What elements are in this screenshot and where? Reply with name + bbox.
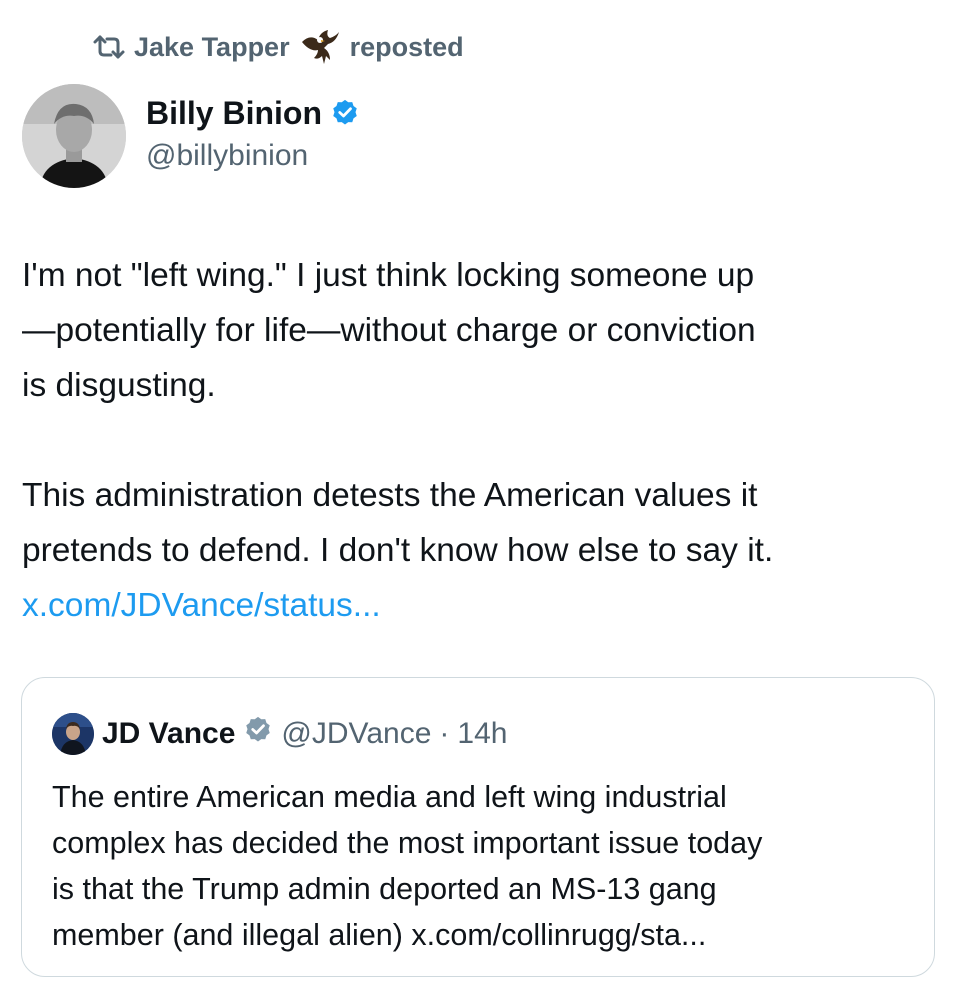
- author-handle[interactable]: @billybinion: [146, 138, 360, 174]
- verified-badge-icon: [330, 98, 360, 128]
- tweet-paragraph: I'm not "left wing." I just think lockin…: [22, 257, 756, 404]
- quoted-tweet-card[interactable]: JD Vance @JDVance · 14h The entire Ameri…: [21, 677, 935, 977]
- quoted-tweet-body: The entire American media and left wing …: [52, 780, 763, 952]
- avatar[interactable]: [52, 713, 94, 755]
- separator-dot: ·: [439, 717, 450, 750]
- quoted-author-name[interactable]: JD Vance: [102, 717, 235, 751]
- quoted-tweet-text: The entire American media and left wing …: [52, 774, 912, 958]
- tweet-paragraph: This administration detests the American…: [22, 477, 774, 569]
- avatar[interactable]: [22, 84, 126, 188]
- author-name[interactable]: Billy Binion: [146, 94, 322, 132]
- repost-indicator: Jake Tapper reposted: [92, 28, 464, 66]
- quoted-author-handle[interactable]: @JDVance: [281, 717, 431, 751]
- tweet-header: Billy Binion @billybinion: [22, 84, 360, 188]
- tweet-body: I'm not "left wing." I just think lockin…: [22, 248, 932, 633]
- repost-icon: [92, 34, 126, 60]
- quoted-timestamp[interactable]: 14h: [457, 717, 507, 751]
- verified-badge-icon: [243, 715, 273, 753]
- tweet-link[interactable]: x.com/JDVance/status...: [22, 578, 932, 633]
- eagle-icon: [300, 28, 340, 66]
- repost-label: reposted: [349, 31, 464, 62]
- reposter-name[interactable]: Jake Tapper: [134, 32, 290, 63]
